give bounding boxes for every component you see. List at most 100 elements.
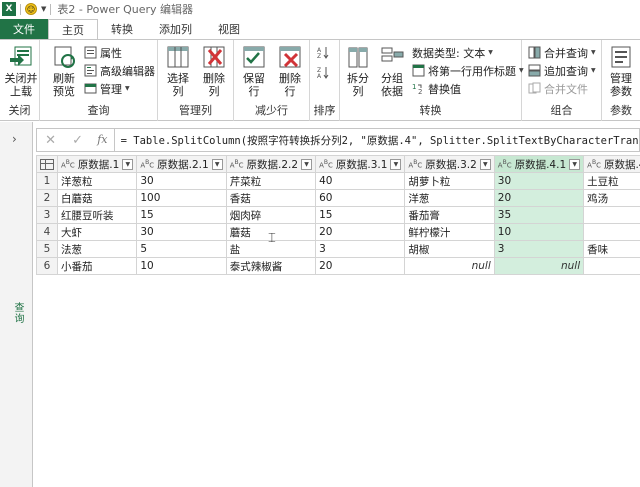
text-type-icon[interactable]: ABC: [498, 159, 512, 169]
merge-queries-button[interactable]: 合并查询 ▼: [528, 44, 596, 61]
row-number[interactable]: 6: [36, 257, 58, 275]
chevron-down-icon[interactable]: ▼: [569, 158, 581, 170]
tab-transform[interactable]: 转换: [98, 19, 146, 39]
tab-view[interactable]: 视图: [205, 19, 253, 39]
column-header[interactable]: ABC 原数据.2.1 ▼: [136, 155, 227, 173]
text-type-icon[interactable]: ABC: [140, 159, 154, 169]
tab-file[interactable]: 文件: [0, 19, 48, 39]
table-cell[interactable]: 泰式辣椒酱: [225, 257, 317, 275]
sort-ascending-button[interactable]: AZ: [317, 44, 330, 61]
column-header[interactable]: ABC 原数据.2.2 ▼: [225, 155, 317, 173]
table-cell[interactable]: 白蘑菇: [56, 189, 138, 207]
table-cell[interactable]: [583, 206, 640, 224]
smiley-feedback-icon[interactable]: ☺: [25, 3, 37, 15]
table-cell[interactable]: [583, 223, 640, 241]
column-header[interactable]: ABC 原数据.3.2 ▼: [404, 155, 495, 173]
table-cell[interactable]: 鲜柠檬汁: [404, 223, 495, 241]
table-cell[interactable]: 3: [315, 240, 406, 258]
cancel-formula-icon[interactable]: ✕: [37, 133, 64, 148]
tab-add-column[interactable]: 添加列: [146, 19, 205, 39]
chevron-down-icon[interactable]: ▼: [390, 158, 402, 170]
combine-files-button[interactable]: 合并文件: [528, 80, 588, 97]
text-type-icon[interactable]: ABC: [587, 159, 601, 169]
row-number[interactable]: 4: [36, 223, 58, 241]
table-cell[interactable]: 大虾: [56, 223, 138, 241]
table-cell[interactable]: 烟肉碎: [225, 206, 317, 224]
confirm-formula-icon[interactable]: ✓: [64, 133, 91, 148]
fx-icon[interactable]: fx: [91, 129, 115, 151]
advanced-editor-button[interactable]: 高级编辑器: [84, 62, 155, 79]
append-queries-button[interactable]: 追加查询 ▼: [528, 62, 596, 79]
table-cell[interactable]: 100: [136, 189, 227, 207]
table-cell[interactable]: 小番茄: [56, 257, 138, 275]
column-header-selected[interactable]: ABC 原数据.4.1 ▼: [493, 155, 585, 173]
text-type-icon[interactable]: ABC: [61, 159, 75, 169]
data-type-dropdown[interactable]: 数据类型: 文本 ▼: [412, 44, 493, 61]
properties-button[interactable]: 属性: [84, 44, 122, 61]
table-cell[interactable]: 洋葱粒: [56, 172, 138, 190]
text-type-icon[interactable]: ABC: [408, 159, 422, 169]
manage-parameters-button[interactable]: 管理 参数: [604, 44, 638, 98]
quick-access-dropdown-icon[interactable]: ▼: [41, 5, 46, 13]
chevron-right-icon[interactable]: ›: [12, 132, 17, 146]
column-header[interactable]: ABC 原数据.3.1 ▼: [315, 155, 406, 173]
column-header[interactable]: ABC 原数据.1 ▼: [56, 155, 138, 173]
row-number[interactable]: 5: [36, 240, 58, 258]
table-cell[interactable]: 胡萝卜粒: [404, 172, 495, 190]
table-cell[interactable]: 鸡汤: [583, 189, 640, 207]
table-cell-selected[interactable]: 3: [493, 240, 585, 258]
queries-pane-label[interactable]: 查询: [10, 302, 25, 324]
null-cell[interactable]: null: [404, 257, 495, 275]
table-cell[interactable]: 土豆粒: [583, 172, 640, 190]
formula-input[interactable]: = Table.SplitColumn(按照字符转换拆分列2, "原数据.4",…: [115, 133, 639, 148]
row-number[interactable]: 3: [36, 206, 58, 224]
remove-rows-button[interactable]: 删除 行: [274, 44, 306, 98]
close-and-load-button[interactable]: 关闭并 上载: [4, 44, 38, 98]
sort-descending-button[interactable]: ZA: [317, 64, 330, 81]
row-number[interactable]: 2: [36, 189, 58, 207]
table-cell[interactable]: 15: [315, 206, 406, 224]
table-cell[interactable]: 10: [136, 257, 227, 275]
table-cell-selected[interactable]: 20: [493, 189, 585, 207]
text-type-icon[interactable]: ABC: [319, 159, 333, 169]
table-cell[interactable]: 胡椒: [404, 240, 495, 258]
table-cell[interactable]: 红腰豆听装: [56, 206, 138, 224]
table-cell[interactable]: 香菇: [225, 189, 317, 207]
table-cell[interactable]: 5: [136, 240, 227, 258]
chevron-down-icon[interactable]: ▼: [211, 158, 223, 170]
table-cell[interactable]: 芹菜粒: [225, 172, 317, 190]
refresh-preview-button[interactable]: 刷新 预览: [48, 44, 80, 98]
keep-rows-button[interactable]: 保留 行: [238, 44, 270, 98]
table-cell[interactable]: 20: [315, 223, 406, 241]
null-cell-selected[interactable]: null: [493, 257, 585, 275]
replace-values-button[interactable]: 12 替换值: [412, 80, 461, 97]
table-cell[interactable]: 15: [136, 206, 227, 224]
group-by-button[interactable]: 分组 依据: [376, 44, 408, 98]
chevron-down-icon[interactable]: ▼: [479, 158, 491, 170]
tab-home[interactable]: 主页: [48, 19, 98, 39]
remove-columns-button[interactable]: 删除 列: [198, 44, 230, 98]
table-cell-selected[interactable]: 30: [493, 172, 585, 190]
choose-columns-button[interactable]: 选择 列: [162, 44, 194, 98]
table-cell-selected[interactable]: 10: [493, 223, 585, 241]
table-cell[interactable]: [583, 257, 640, 275]
table-cell[interactable]: 40: [315, 172, 406, 190]
chevron-down-icon[interactable]: ▼: [301, 158, 313, 170]
table-cell[interactable]: 香味: [583, 240, 640, 258]
text-type-icon[interactable]: ABC: [230, 159, 244, 169]
split-column-button[interactable]: 拆分 列: [342, 44, 374, 98]
use-first-row-as-headers-button[interactable]: 将第一行用作标题 ▼: [412, 62, 524, 79]
row-number[interactable]: 1: [36, 172, 58, 190]
table-corner[interactable]: [36, 155, 58, 173]
table-cell-selected[interactable]: 35: [493, 206, 585, 224]
manage-button[interactable]: 管理 ▼: [84, 80, 130, 97]
table-cell[interactable]: 60: [315, 189, 406, 207]
column-header[interactable]: ABC原数据.4: [583, 155, 640, 173]
table-cell[interactable]: 法葱: [56, 240, 138, 258]
table-cell[interactable]: 洋葱: [404, 189, 495, 207]
table-cell[interactable]: 30: [136, 172, 227, 190]
table-cell[interactable]: 20: [315, 257, 406, 275]
table-cell[interactable]: 番茄膏: [404, 206, 495, 224]
table-cell[interactable]: 30: [136, 223, 227, 241]
chevron-down-icon[interactable]: ▼: [122, 158, 134, 170]
